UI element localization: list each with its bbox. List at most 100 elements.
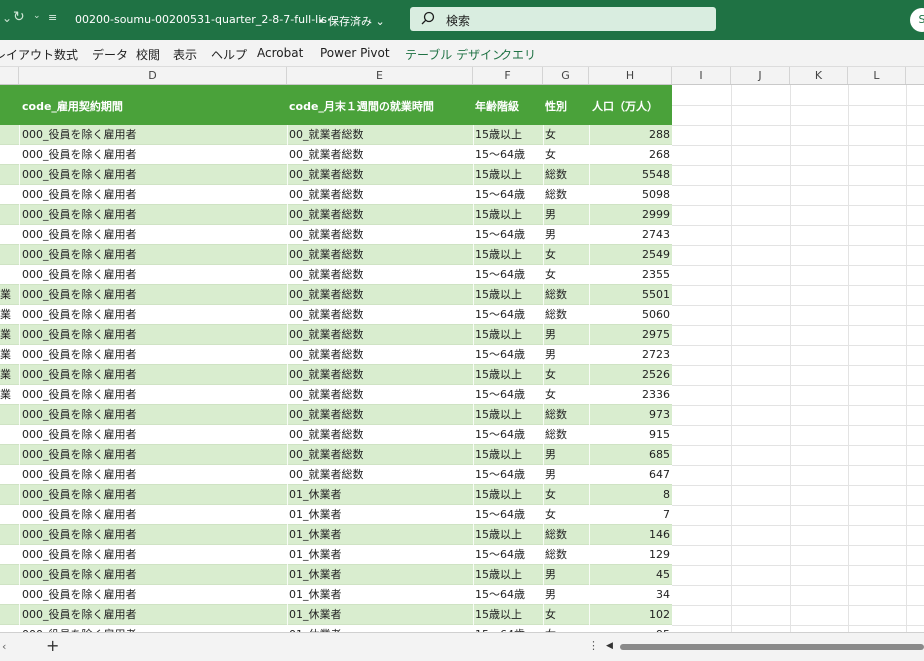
cell-employment-contract[interactable]: 000_役員を除く雇用者 [22,405,284,425]
scroll-left-icon[interactable]: ◀ [606,641,613,651]
table-row[interactable]: 000_役員を除く雇用者 01_休業者 15歳以上 総数 146 [0,525,672,545]
cell-sex[interactable]: 男 [545,225,587,245]
cell-employment-contract[interactable]: 000_役員を除く雇用者 [22,525,284,545]
cell-prev-column[interactable] [0,265,17,285]
cell-age-group[interactable]: 15～64歳 [475,265,541,285]
cell-age-group[interactable]: 15～64歳 [475,625,541,632]
cell-prev-column[interactable]: 業 [0,325,17,345]
cell-weekly-hours[interactable]: 00_就業者総数 [289,305,471,325]
cell-age-group[interactable]: 15歳以上 [475,485,541,505]
cell-sex[interactable]: 男 [545,345,587,365]
cell-prev-column[interactable] [0,205,17,225]
cell-age-group[interactable]: 15～64歳 [475,465,541,485]
cell-age-group[interactable]: 15～64歳 [475,225,541,245]
table-row[interactable]: 業 000_役員を除く雇用者 00_就業者総数 15～64歳 総数 5060 [0,305,672,325]
cell-sex[interactable]: 総数 [545,405,587,425]
tab-table-design[interactable]: テーブル デザイン [405,46,504,63]
cell-employment-contract[interactable]: 000_役員を除く雇用者 [22,365,284,385]
cell-age-group[interactable]: 15歳以上 [475,565,541,585]
cell-sex[interactable]: 総数 [545,305,587,325]
cell-prev-column[interactable]: 業 [0,285,17,305]
undo-dropdown-icon[interactable]: ⌄ [2,11,12,25]
cell-sex[interactable]: 男 [545,325,587,345]
cell-population[interactable]: 268 [590,145,670,165]
search-box[interactable]: 検索 [410,7,716,31]
cell-population[interactable]: 2999 [590,205,670,225]
column-header-j[interactable]: J [731,67,790,84]
cell-population[interactable]: 146 [590,525,670,545]
cell-age-group[interactable]: 15歳以上 [475,125,541,145]
tab-view[interactable]: 表示 [173,46,197,63]
table-row[interactable]: 000_役員を除く雇用者 01_休業者 15歳以上女 8 [0,485,672,505]
cell-sex[interactable]: 総数 [545,165,587,185]
cell-prev-column[interactable] [0,165,17,185]
cell-weekly-hours[interactable]: 00_就業者総数 [289,445,471,465]
table-row[interactable]: 業 000_役員を除く雇用者 00_就業者総数 15歳以上 総数 5501 [0,285,672,305]
cell-weekly-hours[interactable]: 01_休業者 [289,585,471,605]
cell-population[interactable]: 2355 [590,265,670,285]
cell-prev-column[interactable] [0,245,17,265]
cell-sex[interactable]: 総数 [545,545,587,565]
table-row[interactable]: 000_役員を除く雇用者 00_就業者総数 15歳以上 総数 5548 [0,165,672,185]
table-row[interactable]: 000_役員を除く雇用者 01_休業者 15歳以上女 102 [0,605,672,625]
cell-population[interactable]: 2975 [590,325,670,345]
cell-population[interactable]: 7 [590,505,670,525]
cell-employment-contract[interactable]: 000_役員を除く雇用者 [22,245,284,265]
sheet-nav-left-icon[interactable]: ‹ [2,640,6,653]
cell-prev-column[interactable] [0,585,17,605]
cell-sex[interactable]: 男 [545,205,587,225]
cell-sex[interactable]: 総数 [545,185,587,205]
cell-weekly-hours[interactable]: 00_就業者総数 [289,205,471,225]
cell-age-group[interactable]: 15歳以上 [475,405,541,425]
tab-power-pivot[interactable]: Power Pivot [320,46,390,60]
cell-population[interactable]: 2549 [590,245,670,265]
cell-sex[interactable]: 女 [545,125,587,145]
cell-weekly-hours[interactable]: 00_就業者総数 [289,365,471,385]
table-row[interactable]: 業 000_役員を除く雇用者 00_就業者総数 15歳以上女 2526 [0,365,672,385]
cell-sex[interactable]: 女 [545,505,587,525]
cell-sex[interactable]: 男 [545,465,587,485]
table-row[interactable]: 000_役員を除く雇用者 00_就業者総数 15歳以上女 2549 [0,245,672,265]
table-row[interactable]: 000_役員を除く雇用者 00_就業者総数 15歳以上 総数 973 [0,405,672,425]
cell-employment-contract[interactable]: 000_役員を除く雇用者 [22,125,284,145]
cell-employment-contract[interactable]: 000_役員を除く雇用者 [22,505,284,525]
table-row[interactable]: 000_役員を除く雇用者 01_休業者 15～64歳 総数 129 [0,545,672,565]
column-header-f[interactable]: F [473,67,543,84]
cell-weekly-hours[interactable]: 00_就業者総数 [289,325,471,345]
cell-weekly-hours[interactable]: 00_就業者総数 [289,125,471,145]
column-header-l[interactable]: L [848,67,906,84]
cell-population[interactable]: 45 [590,565,670,585]
cell-weekly-hours[interactable]: 00_就業者総数 [289,345,471,365]
cell-age-group[interactable]: 15歳以上 [475,445,541,465]
table-row[interactable]: 業 000_役員を除く雇用者 00_就業者総数 15～64歳男 2723 [0,345,672,365]
cell-sex[interactable]: 女 [545,625,587,632]
cell-prev-column[interactable] [0,525,17,545]
cell-employment-contract[interactable]: 000_役員を除く雇用者 [22,205,284,225]
cell-employment-contract[interactable]: 000_役員を除く雇用者 [22,325,284,345]
avatar[interactable]: S [910,8,924,32]
header-employment-contract[interactable]: code_雇用契約期間 [22,98,123,114]
table-row[interactable]: 000_役員を除く雇用者 00_就業者総数 15歳以上男 685 [0,445,672,465]
header-population[interactable]: 人口（万人） [592,98,658,114]
cell-weekly-hours[interactable]: 00_就業者総数 [289,405,471,425]
cell-sex[interactable]: 男 [545,565,587,585]
cell-population[interactable]: 2526 [590,365,670,385]
cell-population[interactable]: 685 [590,445,670,465]
cell-sex[interactable]: 女 [545,265,587,285]
table-row[interactable]: 000_役員を除く雇用者 00_就業者総数 15～64歳男 2743 [0,225,672,245]
cell-weekly-hours[interactable]: 00_就業者総数 [289,425,471,445]
tab-data[interactable]: データ [92,46,128,63]
cell-prev-column[interactable] [0,425,17,445]
cell-weekly-hours[interactable]: 00_就業者総数 [289,285,471,305]
cell-employment-contract[interactable]: 000_役員を除く雇用者 [22,145,284,165]
cell-age-group[interactable]: 15～64歳 [475,185,541,205]
cell-population[interactable]: 129 [590,545,670,565]
column-header-d[interactable]: D [19,67,287,84]
cell-sex[interactable]: 総数 [545,425,587,445]
table-row[interactable]: 000_役員を除く雇用者 01_休業者 15～64歳男 34 [0,585,672,605]
table-row[interactable]: 000_役員を除く雇用者 00_就業者総数 15～64歳女 2355 [0,265,672,285]
cell-population[interactable]: 8 [590,485,670,505]
cell-weekly-hours[interactable]: 01_休業者 [289,485,471,505]
cell-prev-column[interactable]: 業 [0,345,17,365]
cell-population[interactable]: 102 [590,605,670,625]
